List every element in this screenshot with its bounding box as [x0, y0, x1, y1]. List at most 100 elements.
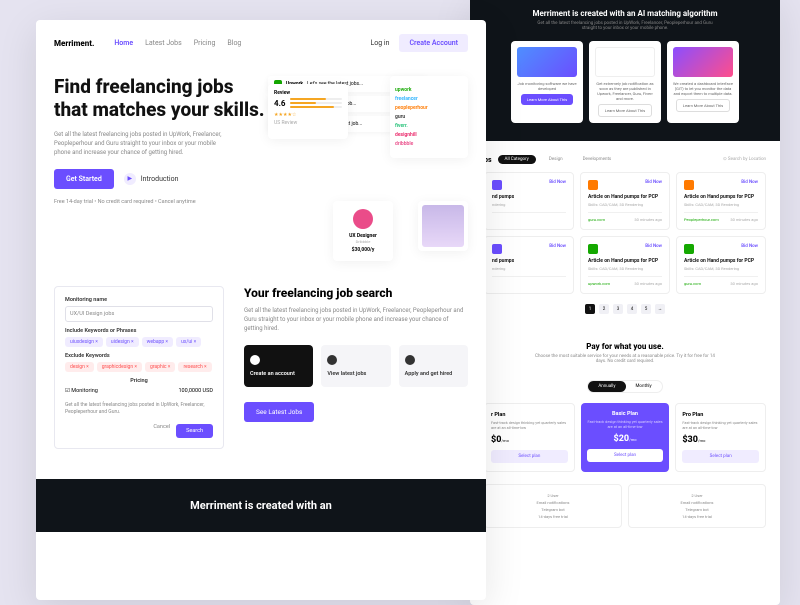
trial-text: Free 14-day trial • No credit card requi…: [54, 199, 268, 205]
cat-dev[interactable]: Developments: [576, 155, 619, 164]
toggle-monthly[interactable]: Monthly: [626, 381, 662, 392]
job-card[interactable]: Bid Now Article on Hand pumps for PCP Sk…: [676, 236, 766, 294]
ai-card-text: We created a dashboard interface (GIT) t…: [673, 81, 733, 96]
billing-toggle[interactable]: Annually Monthly: [587, 380, 662, 393]
nav-pricing[interactable]: Pricing: [194, 39, 216, 47]
feature-list: 2 UserEmail notifications Telegram bot14…: [484, 484, 622, 528]
logos-card: upwork freelancer peopleperhour guru fiv…: [390, 76, 468, 158]
create-account-button[interactable]: Create Account: [399, 34, 468, 52]
monitoring-name-input[interactable]: UX/UI Design jobs: [65, 306, 213, 322]
cat-design[interactable]: Design: [542, 155, 570, 164]
tag-include[interactable]: uidesign ×: [106, 337, 139, 347]
plan-name: Pro Plan: [682, 412, 759, 418]
job-card[interactable]: Bid Now nd pumps ndering: [484, 236, 574, 294]
form-label-exclude: Exclude Keywords: [65, 353, 213, 359]
monitoring-checkbox[interactable]: ☑ Monitoring: [65, 388, 98, 394]
tag-exclude[interactable]: graphicdesign ×: [97, 362, 142, 372]
learn-more-button[interactable]: Learn More About This: [598, 104, 652, 117]
plan-name: r Plan: [491, 412, 568, 418]
get-started-button[interactable]: Get Started: [54, 169, 114, 189]
job-title: Article on Hand pumps for PCP: [684, 258, 758, 264]
step-apply[interactable]: Apply and get hired: [399, 345, 468, 387]
bid-button[interactable]: Bid Now: [741, 180, 758, 190]
job-meta: Skills: CAD/CAM, 3D Rendering: [588, 202, 662, 207]
page-2[interactable]: 2: [599, 304, 609, 314]
plan-desc: Fast-track design thinking yet quarterly…: [682, 420, 759, 430]
logo-guru: guru: [395, 114, 463, 120]
ai-graphic: [595, 47, 655, 77]
toggle-annually[interactable]: Annually: [588, 381, 625, 392]
logo-dribbble: dribbble: [395, 141, 463, 147]
page-4[interactable]: 4: [627, 304, 637, 314]
search-location[interactable]: ⊙ Search by Location: [723, 157, 766, 162]
footer-dark: Merriment is created with an: [36, 479, 486, 532]
select-plan-button[interactable]: Select plan: [587, 449, 664, 462]
tag-include[interactable]: ux/ui ×: [176, 337, 201, 347]
page-next[interactable]: →: [655, 304, 665, 314]
ux-card: UX Designer Dribbble $30,000/y: [333, 201, 393, 261]
cat-all[interactable]: All Category: [498, 155, 536, 164]
pricing-title: Pay for what you use.: [484, 342, 766, 351]
page-3[interactable]: 3: [613, 304, 623, 314]
ai-title: Merriment is created with an AI matching…: [484, 9, 766, 18]
bid-button[interactable]: Bid Now: [741, 244, 758, 254]
job-title: nd pumps: [492, 258, 566, 264]
job-card[interactable]: Bid Now nd pumps ndering: [484, 172, 574, 230]
learn-more-button[interactable]: Learn More About This: [676, 99, 730, 112]
step-create-account[interactable]: Create an account: [244, 345, 313, 387]
nav-latest-jobs[interactable]: Latest Jobs: [145, 39, 182, 47]
stars-icon: ★★★★☆: [274, 112, 342, 118]
pricing-sub: Choose the most suitable service for you…: [535, 354, 715, 364]
job-title: nd pumps: [492, 194, 566, 200]
bid-button[interactable]: Bid Now: [549, 180, 566, 190]
page-5[interactable]: 5: [641, 304, 651, 314]
plan-pro: Pro Plan Fast-track design thinking yet …: [675, 403, 766, 472]
nav-blog[interactable]: Blog: [227, 39, 241, 47]
see-latest-jobs-button[interactable]: See Latest Jobs: [244, 402, 314, 422]
tag-include[interactable]: uiuxdesign ×: [65, 337, 103, 347]
job-meta: Skills: CAD/CAM, 3D Rendering: [684, 266, 758, 271]
job-title: Article on Hand pumps for PCP: [588, 194, 662, 200]
job-card[interactable]: Bid Now Article on Hand pumps for PCP Sk…: [676, 172, 766, 230]
page-1[interactable]: 1: [585, 304, 595, 314]
bid-button[interactable]: Bid Now: [645, 180, 662, 190]
ux-sub: Dribbble: [341, 239, 385, 244]
step-view-jobs[interactable]: View latest jobs: [321, 345, 390, 387]
ai-sub: Get all the latest freelancing jobs post…: [535, 21, 715, 31]
review-source: US Review: [274, 120, 342, 126]
job-card[interactable]: Bid Now Article on Hand pumps for PCP Sk…: [580, 172, 670, 230]
job-time: 30 minutes ago: [634, 281, 662, 286]
job-logo-icon: [588, 180, 598, 190]
tag-exclude[interactable]: research ×: [178, 362, 211, 372]
user-icon: [250, 355, 260, 365]
learn-more-button[interactable]: Learn More About This: [521, 94, 573, 105]
introduction-link[interactable]: ▶ Introduction: [124, 173, 179, 185]
tag-exclude[interactable]: graphic ×: [145, 362, 175, 372]
job-card[interactable]: Bid Now Article on Hand pumps for PCP Sk…: [580, 236, 670, 294]
section2-sub: Get all the latest freelancing jobs post…: [244, 306, 468, 333]
logo[interactable]: Merriment.: [54, 39, 94, 48]
plan-desc: Fast-track design thinking yet quarterly…: [587, 419, 664, 429]
jobs-section: bs All Category Design Developments ⊙ Se…: [470, 141, 780, 328]
bid-button[interactable]: Bid Now: [645, 244, 662, 254]
form-label-pricing: Pricing: [65, 378, 213, 384]
search-button[interactable]: Search: [176, 424, 213, 438]
logo-upwork: upwork: [395, 87, 463, 93]
nav-links: Home Latest Jobs Pricing Blog: [114, 39, 241, 47]
tag-include[interactable]: webapp ×: [142, 337, 173, 347]
select-plan-button[interactable]: Select plan: [682, 450, 759, 463]
bid-button[interactable]: Bid Now: [549, 244, 566, 254]
review-score: 4.6: [274, 99, 286, 108]
search-form: Monitoring name UX/UI Design jobs Includ…: [54, 286, 224, 449]
tag-exclude[interactable]: design ×: [65, 362, 94, 372]
pagination: 1 2 3 4 5 →: [484, 304, 766, 314]
cancel-button[interactable]: Cancel: [153, 424, 170, 438]
job-logo-icon: [492, 180, 502, 190]
select-plan-button[interactable]: Select plan: [491, 450, 568, 463]
login-link[interactable]: Log in: [370, 39, 389, 47]
review-card: Review 4.6 ★★★★☆ US Review: [268, 84, 348, 139]
ai-card: Get extremely job notification as soon a…: [589, 41, 661, 123]
avatar: [422, 205, 464, 247]
form-label-name: Monitoring name: [65, 297, 213, 303]
nav-home[interactable]: Home: [114, 39, 133, 47]
